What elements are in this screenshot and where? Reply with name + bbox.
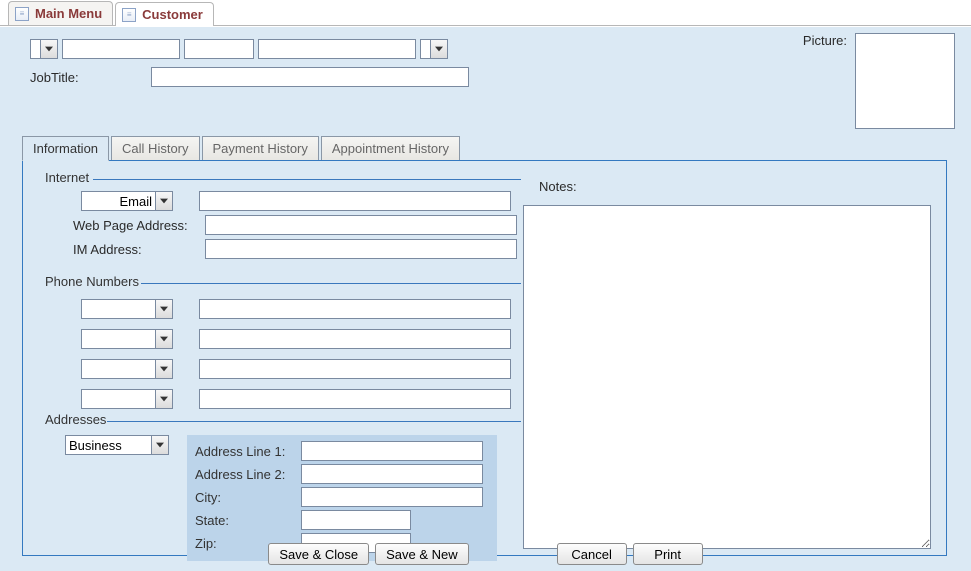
tab-call-history[interactable]: Call History — [111, 136, 199, 161]
picture-box[interactable] — [855, 33, 955, 129]
tab-payment-history-label: Payment History — [213, 141, 308, 156]
internet-group-title: Internet — [41, 170, 93, 185]
chevron-down-icon[interactable] — [155, 389, 173, 409]
phone-type-combo[interactable] — [81, 299, 173, 319]
phone-group-title: Phone Numbers — [41, 274, 143, 289]
first-name-input[interactable] — [62, 39, 180, 59]
phone-row — [81, 387, 511, 411]
save-new-button[interactable]: Save & New — [375, 543, 469, 565]
chevron-down-icon[interactable] — [155, 191, 173, 211]
form-icon — [122, 8, 136, 22]
tab-customer[interactable]: Customer — [115, 2, 214, 26]
suffix-input[interactable] — [420, 39, 430, 59]
tab-appointment-history[interactable]: Appointment History — [321, 136, 460, 161]
phone-row — [81, 327, 511, 351]
chevron-down-icon[interactable] — [155, 329, 173, 349]
phone-number-input[interactable] — [199, 299, 511, 319]
tab-appointment-history-label: Appointment History — [332, 141, 449, 156]
last-name-input[interactable] — [258, 39, 416, 59]
web-input[interactable] — [205, 215, 517, 235]
jobtitle-label: JobTitle: — [30, 70, 79, 85]
save-close-button[interactable]: Save & Close — [268, 543, 369, 565]
chevron-down-icon[interactable] — [430, 39, 448, 59]
phone-type-combo[interactable] — [81, 359, 173, 379]
tab-payment-history[interactable]: Payment History — [202, 136, 319, 161]
button-bar: Save & Close Save & New Cancel Print — [0, 543, 971, 565]
web-label: Web Page Address: — [73, 218, 197, 233]
tab-main-menu-label: Main Menu — [35, 6, 102, 21]
phone-type-input[interactable] — [81, 299, 155, 319]
phone-type-combo[interactable] — [81, 389, 173, 409]
chevron-down-icon[interactable] — [151, 435, 169, 455]
addr-state-input[interactable] — [301, 510, 411, 530]
addr-city-label: City: — [195, 490, 295, 505]
chevron-down-icon[interactable] — [40, 39, 58, 59]
tab-customer-label: Customer — [142, 7, 203, 22]
addr-line2-input[interactable] — [301, 464, 483, 484]
address-type-combo[interactable] — [65, 435, 169, 455]
save-close-label: Save & Close — [279, 547, 358, 562]
email-input[interactable] — [199, 191, 511, 211]
print-label: Print — [654, 547, 681, 562]
picture-label: Picture: — [803, 33, 847, 48]
detail-tabs: Information Call History Payment History… — [22, 135, 947, 556]
notes-label: Notes: — [539, 179, 577, 194]
group-line — [93, 179, 521, 180]
address-type-input[interactable] — [65, 435, 151, 455]
form-icon — [15, 7, 29, 21]
spacer — [475, 543, 551, 565]
phone-number-input[interactable] — [199, 329, 511, 349]
jobtitle-input[interactable] — [151, 67, 469, 87]
prefix-input[interactable] — [30, 39, 40, 59]
cancel-button[interactable]: Cancel — [557, 543, 627, 565]
phone-type-combo[interactable] — [81, 329, 173, 349]
email-type-combo[interactable] — [81, 191, 173, 211]
suffix-combo[interactable] — [420, 39, 448, 59]
im-label: IM Address: — [73, 242, 197, 257]
middle-name-input[interactable] — [184, 39, 254, 59]
phone-group: Phone Numbers — [37, 283, 521, 403]
phone-type-input[interactable] — [81, 359, 155, 379]
customer-form: JobTitle: Picture: Information Call Hist… — [0, 26, 971, 571]
chevron-down-icon[interactable] — [155, 359, 173, 379]
print-button[interactable]: Print — [633, 543, 703, 565]
addr-line1-label: Address Line 1: — [195, 444, 295, 459]
cancel-label: Cancel — [571, 547, 611, 562]
addr-line1-input[interactable] — [301, 441, 483, 461]
name-cluster — [30, 39, 448, 59]
addr-city-input[interactable] — [301, 487, 483, 507]
addresses-group: Addresses Address Line 1: Address Line 2… — [37, 421, 521, 555]
phone-number-input[interactable] — [199, 389, 511, 409]
prefix-combo[interactable] — [30, 39, 58, 59]
phone-type-input[interactable] — [81, 329, 155, 349]
addr-state-label: State: — [195, 513, 295, 528]
tab-main-menu[interactable]: Main Menu — [8, 1, 113, 25]
notes-textarea[interactable] — [523, 205, 931, 549]
tab-information-label: Information — [33, 141, 98, 156]
document-tab-bar: Main Menu Customer — [0, 0, 971, 26]
group-line — [141, 283, 521, 284]
addr-line2-label: Address Line 2: — [195, 467, 295, 482]
phone-row — [81, 297, 511, 321]
information-page: Internet Web Page Address: — [22, 160, 947, 556]
addresses-group-title: Addresses — [41, 412, 110, 427]
picture-block: Picture: — [803, 33, 955, 129]
phone-type-input[interactable] — [81, 389, 155, 409]
jobtitle-row: JobTitle: — [30, 67, 469, 87]
save-new-label: Save & New — [386, 547, 458, 562]
tab-call-history-label: Call History — [122, 141, 188, 156]
phone-row — [81, 357, 511, 381]
email-type-input[interactable] — [81, 191, 155, 211]
phone-number-input[interactable] — [199, 359, 511, 379]
tab-information[interactable]: Information — [22, 136, 109, 161]
chevron-down-icon[interactable] — [155, 299, 173, 319]
internet-group: Internet Web Page Address: — [37, 179, 521, 271]
im-input[interactable] — [205, 239, 517, 259]
group-line — [107, 421, 521, 422]
tab-strip: Information Call History Payment History… — [22, 135, 947, 160]
